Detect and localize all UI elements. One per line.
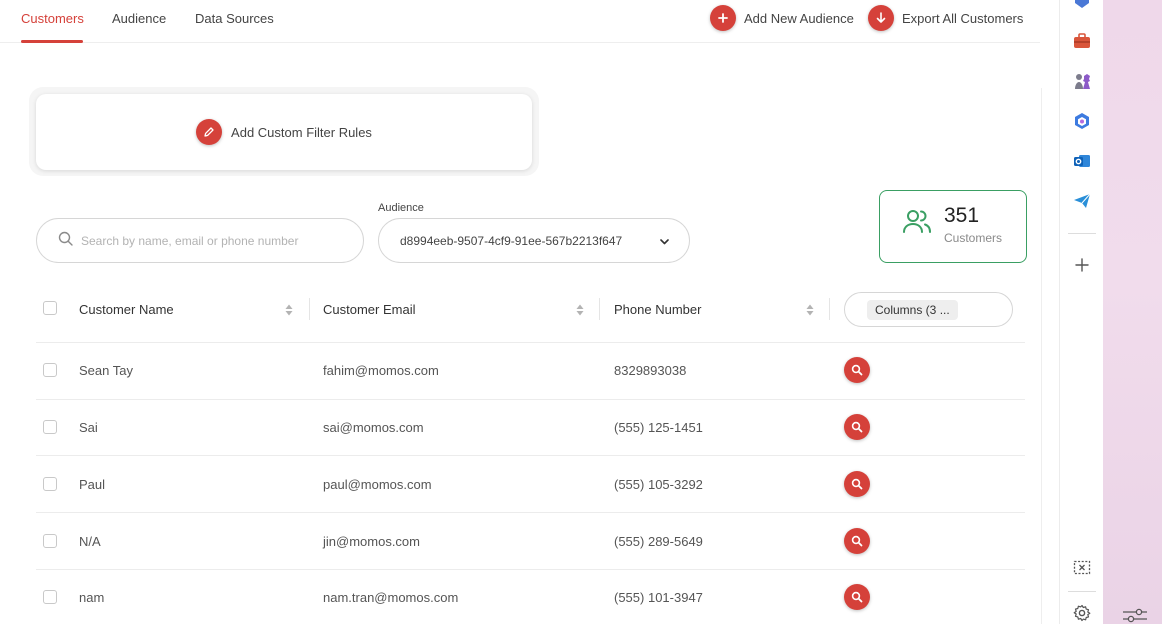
pencil-icon [196, 119, 223, 145]
send-icon[interactable] [1072, 191, 1092, 211]
phone-number-cell: 8329893038 [614, 363, 687, 378]
content-right-border [1041, 88, 1042, 624]
active-tab-indicator [21, 40, 83, 43]
plus-icon [710, 5, 736, 31]
customer-email-cell: paul@momos.com [323, 477, 432, 492]
header-divider [36, 342, 1025, 343]
search-icon [851, 591, 863, 603]
row-checkbox[interactable] [43, 534, 57, 548]
sort-icon[interactable] [806, 303, 814, 321]
desktop-background [1103, 0, 1162, 624]
customer-count-card: 351 Customers [879, 190, 1027, 263]
view-customer-button[interactable] [844, 584, 870, 610]
sort-icon[interactable] [576, 303, 584, 321]
columns-button-label: Columns (3 ... [867, 299, 958, 320]
tab-audience[interactable]: Audience [112, 11, 166, 26]
customer-email-cell: jin@momos.com [323, 534, 420, 549]
view-customer-button[interactable] [844, 357, 870, 383]
view-customer-button[interactable] [844, 528, 870, 554]
customer-name-cell[interactable]: Paul [79, 477, 105, 492]
customer-email-cell: sai@momos.com [323, 420, 424, 435]
audience-selected-value: d8994eeb-9507-4cf9-91ee-567b2213f647 [400, 233, 623, 248]
search-icon [851, 535, 863, 547]
customer-name-cell[interactable]: Sean Tay [79, 363, 133, 378]
phone-number-cell: (555) 105-3292 [614, 477, 703, 492]
phone-number-cell: (555) 289-5649 [614, 534, 703, 549]
copilot-icon[interactable] [1072, 111, 1092, 131]
audience-label: Audience [378, 202, 424, 214]
search-field[interactable] [36, 218, 364, 263]
customer-count-value: 351 [944, 204, 980, 227]
add-new-audience-button[interactable]: Add New Audience [710, 5, 854, 31]
view-customer-button[interactable] [844, 414, 870, 440]
column-divider [829, 298, 830, 320]
rail-divider [1068, 591, 1096, 592]
row-divider [36, 399, 1025, 400]
settings-icon[interactable] [1072, 603, 1092, 623]
export-all-customers-button[interactable]: Export All Customers [868, 5, 1023, 31]
column-header-email-label: Customer Email [323, 301, 416, 317]
row-checkbox[interactable] [43, 590, 57, 604]
search-icon [851, 364, 863, 376]
plus-icon[interactable] [1072, 255, 1092, 275]
customer-name-cell[interactable]: N/A [79, 534, 101, 549]
customer-name-cell[interactable]: nam [79, 590, 104, 605]
phone-number-cell: (555) 101-3947 [614, 590, 703, 605]
add-new-audience-label: Add New Audience [744, 10, 854, 26]
customer-name-cell[interactable]: Sai [79, 420, 98, 435]
row-checkbox[interactable] [43, 477, 57, 491]
chevron-down-icon [660, 234, 669, 248]
column-header-name[interactable]: Customer Name [79, 290, 174, 328]
customer-email-cell: fahim@momos.com [323, 363, 439, 378]
search-icon [851, 478, 863, 490]
sort-icon[interactable] [285, 303, 293, 321]
add-custom-filter-rules-label: Add Custom Filter Rules [231, 124, 372, 140]
row-checkbox[interactable] [43, 363, 57, 377]
column-header-phone[interactable]: Phone Number [614, 290, 701, 328]
column-divider [309, 298, 310, 320]
tab-data-sources[interactable]: Data Sources [195, 11, 274, 26]
phone-number-cell: (555) 125-1451 [614, 420, 703, 435]
row-checkbox[interactable] [43, 420, 57, 434]
bookmark-icon[interactable] [1072, 0, 1092, 14]
download-arrow-icon [868, 5, 894, 31]
export-all-customers-label: Export All Customers [902, 10, 1024, 26]
column-header-email[interactable]: Customer Email [323, 290, 415, 328]
column-header-phone-label: Phone Number [614, 301, 702, 317]
column-divider [599, 298, 600, 320]
select-all-checkbox[interactable] [43, 301, 57, 315]
row-divider [36, 455, 1025, 456]
search-input[interactable] [81, 233, 331, 248]
outlook-icon[interactable] [1072, 151, 1092, 171]
screenshot-icon[interactable] [1072, 558, 1092, 578]
columns-button[interactable]: Columns (3 ... [844, 292, 1013, 327]
row-divider [36, 569, 1025, 570]
side-rail [1059, 0, 1103, 624]
search-icon [851, 421, 863, 433]
row-divider [36, 512, 1025, 513]
briefcase-icon[interactable] [1072, 31, 1092, 51]
sliders-icon[interactable] [1121, 604, 1149, 624]
audience-select[interactable]: d8994eeb-9507-4cf9-91ee-567b2213f647 [378, 218, 690, 263]
add-custom-filter-rules-button[interactable]: Add Custom Filter Rules [36, 94, 532, 170]
customer-email-cell: nam.tran@momos.com [323, 590, 459, 605]
tab-customers[interactable]: Customers [21, 11, 84, 26]
column-header-name-label: Customer Name [79, 301, 174, 317]
chess-icon[interactable] [1072, 71, 1092, 91]
view-customer-button[interactable] [844, 471, 870, 497]
customer-count-label: Customers [944, 231, 1003, 245]
rail-divider [1068, 233, 1096, 234]
search-icon [58, 231, 73, 251]
users-icon [902, 208, 932, 239]
